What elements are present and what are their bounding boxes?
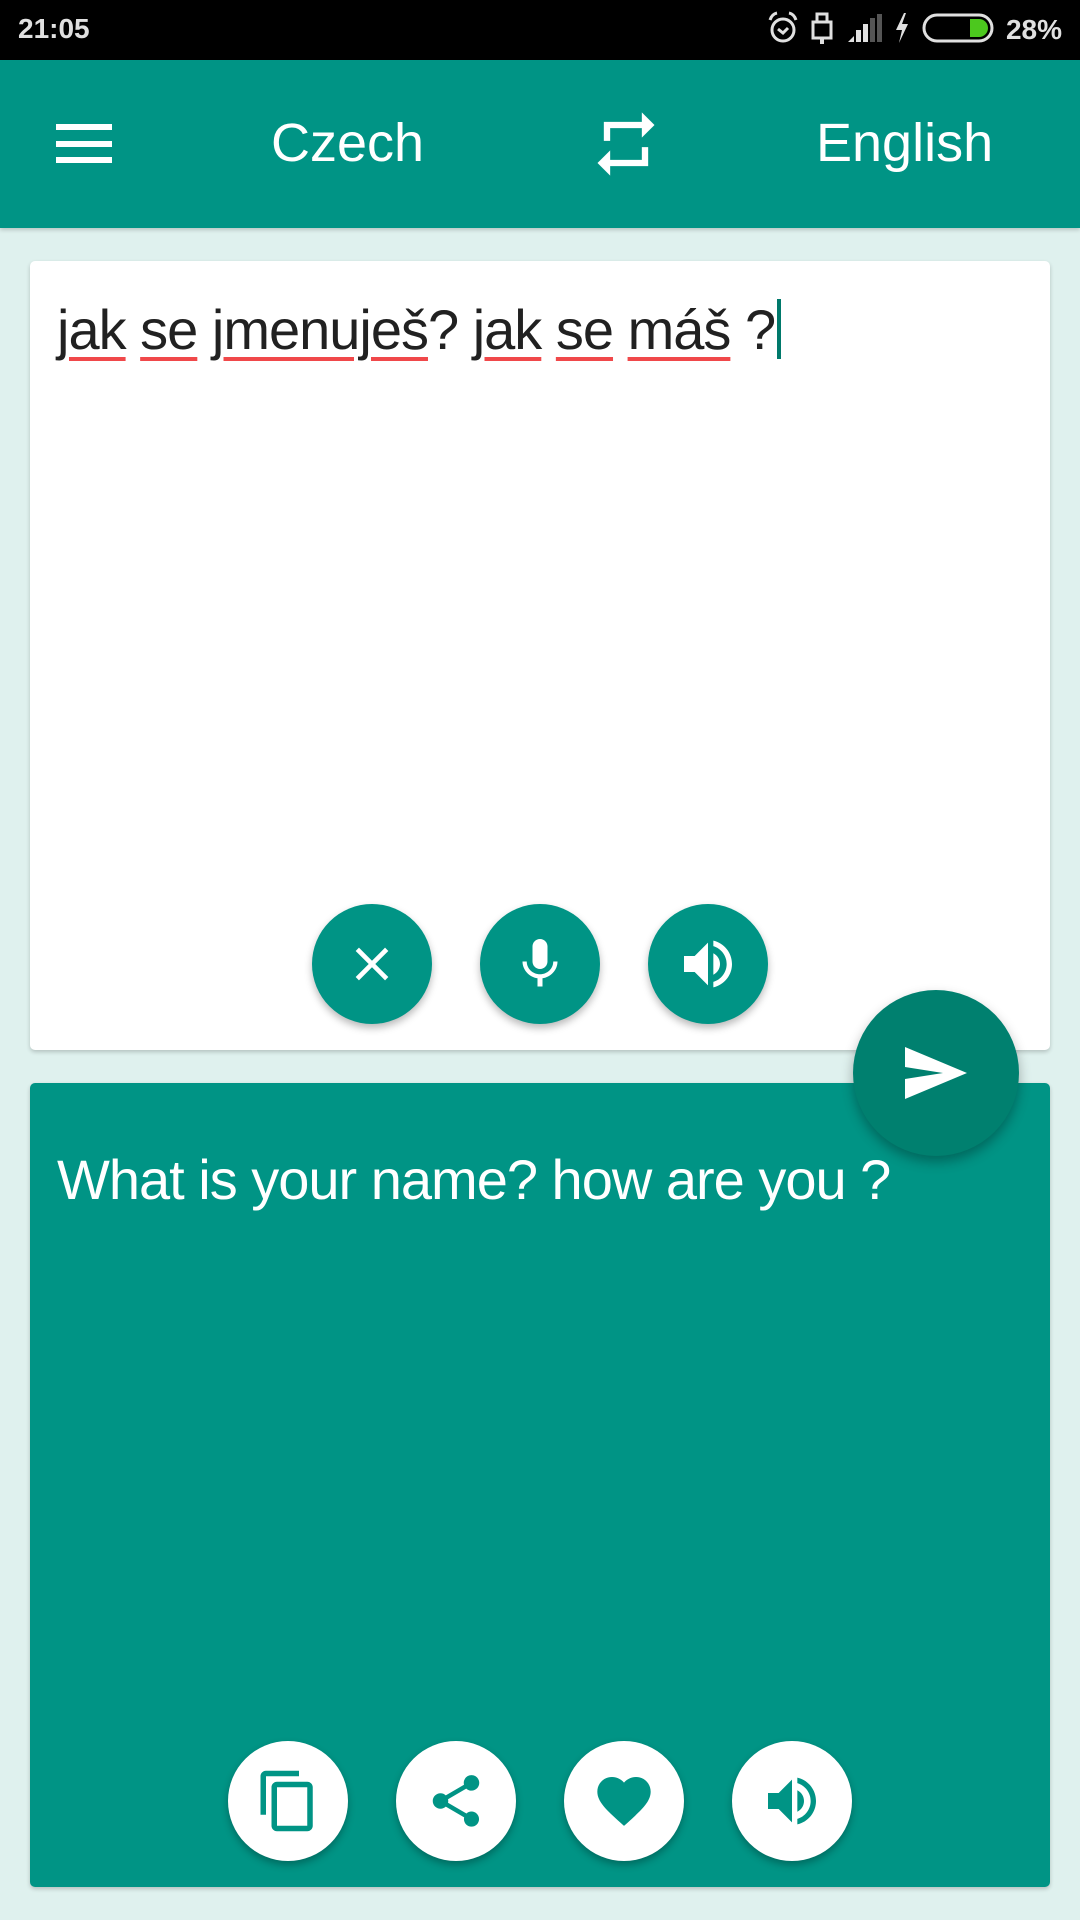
share-button[interactable]	[396, 1741, 516, 1861]
source-text-card: jak se jmenuješ? jak se máš ?	[30, 261, 1050, 1050]
status-icons: 28%	[768, 10, 1062, 51]
heart-icon	[597, 1777, 651, 1826]
swap-languages-icon	[597, 112, 655, 176]
copy-button[interactable]	[228, 1741, 348, 1861]
close-icon	[355, 947, 389, 981]
menu-button[interactable]	[40, 104, 128, 184]
hamburger-menu-icon-bar	[56, 157, 112, 163]
alarm-icon	[768, 11, 798, 50]
speak-source-button[interactable]	[648, 904, 768, 1024]
charging-icon	[894, 12, 910, 48]
misspelled-word: jak	[57, 298, 127, 361]
speaker-icon	[768, 1777, 816, 1825]
text-cursor	[777, 299, 782, 359]
status-time: 21:05	[18, 13, 90, 44]
misspelled-word: se	[140, 298, 198, 361]
clear-button[interactable]	[312, 904, 432, 1024]
speak-translation-button[interactable]	[732, 1741, 852, 1861]
battery-percent: 28%	[1005, 14, 1062, 45]
microphone-icon	[522, 939, 558, 987]
app-toolbar: Czech English	[0, 60, 1080, 228]
swap-languages-button[interactable]	[588, 106, 664, 182]
speaker-icon	[684, 940, 732, 988]
translation-text: What is your name? how are you ?	[57, 1148, 891, 1211]
signal-icon	[846, 13, 882, 47]
misspelled-word: máš	[627, 298, 732, 361]
target-language-selector[interactable]: English	[816, 112, 993, 174]
punctuation: ?	[427, 298, 459, 361]
usb-lock-icon	[810, 10, 834, 51]
share-icon	[432, 1775, 480, 1827]
hamburger-menu-icon-bar	[56, 141, 112, 147]
translate-button[interactable]	[853, 990, 1019, 1156]
copy-icon	[260, 1770, 313, 1832]
send-icon	[905, 1047, 967, 1099]
misspelled-word: jmenuješ	[211, 298, 429, 361]
translation-card: What is your name? how are you ?	[30, 1083, 1050, 1887]
hamburger-menu-icon	[56, 124, 112, 130]
voice-input-button[interactable]	[480, 904, 600, 1024]
misspelled-word: se	[555, 298, 614, 361]
source-language-selector[interactable]: Czech	[271, 112, 424, 174]
punctuation: ?	[744, 298, 776, 361]
favorite-button[interactable]	[564, 1741, 684, 1861]
status-bar: 21:05 28%	[0, 0, 1080, 60]
misspelled-word: jak	[472, 298, 543, 361]
source-text-input[interactable]: jak se jmenuješ? jak se máš ?	[57, 297, 782, 362]
battery-icon	[922, 13, 994, 48]
